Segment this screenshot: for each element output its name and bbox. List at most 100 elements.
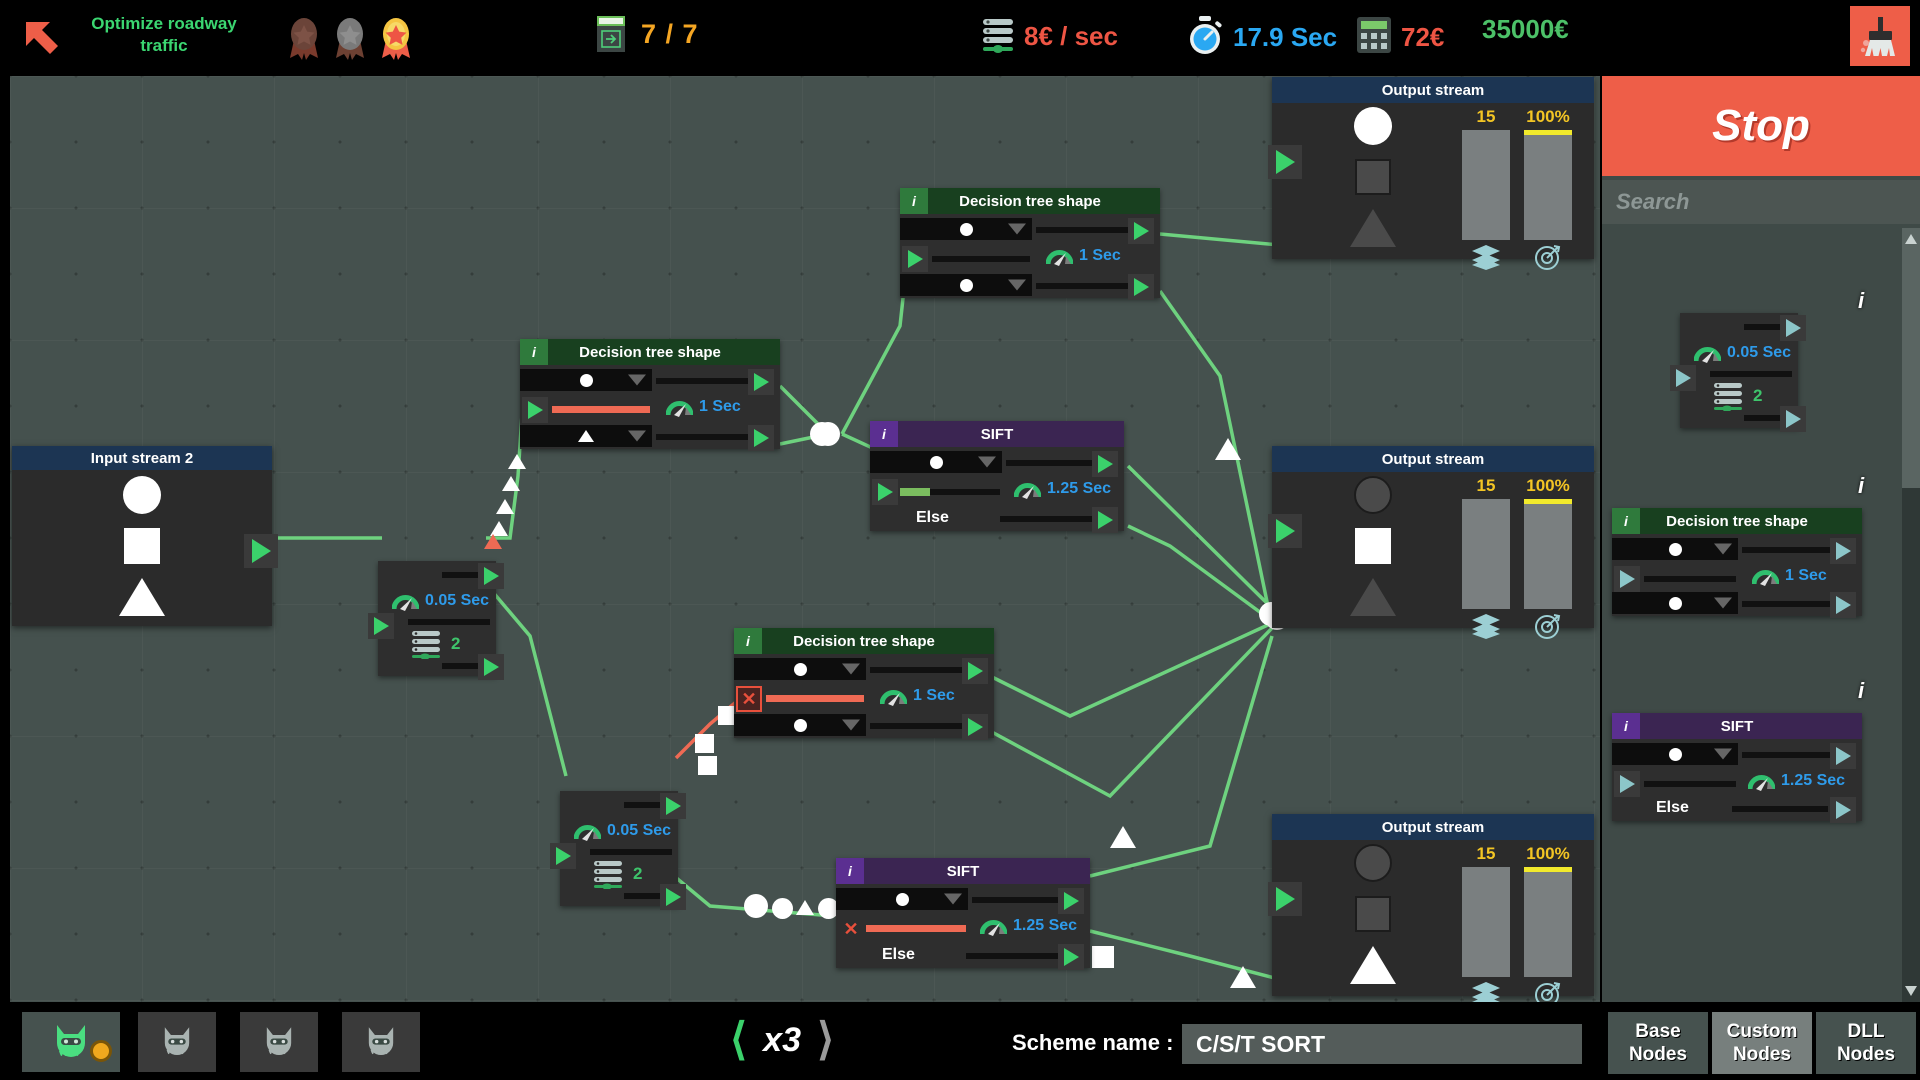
input-port[interactable] (368, 613, 394, 639)
output-stream-node-2[interactable]: Output stream 15 100% (1268, 446, 1594, 639)
delay-row[interactable]: 1 Sec (666, 397, 741, 417)
output-port-1[interactable] (1058, 888, 1084, 914)
node-graph-canvas[interactable]: Input stream 2 0.05 Sec 2 0.05 Sec 2 i D… (10, 76, 1600, 1002)
input-port[interactable] (1614, 566, 1640, 592)
broom-icon[interactable] (1850, 6, 1910, 66)
delay-row[interactable]: 1.25 Sec (1014, 479, 1111, 499)
input-port[interactable] (550, 843, 576, 869)
output-port-1[interactable] (962, 658, 988, 684)
info-icon[interactable]: i (1858, 473, 1864, 499)
output-port-else[interactable] (1092, 507, 1118, 533)
decision-tree-node-mid[interactable]: i Decision tree shape 1 Sec (520, 339, 780, 451)
output-stream-node-1[interactable]: Output stream 15 100% (1268, 77, 1594, 270)
tab-custom-nodes[interactable]: Custom Nodes (1712, 1012, 1812, 1074)
shape-dropdown-1[interactable] (1612, 538, 1738, 560)
input-port[interactable] (872, 479, 898, 505)
output-port-1[interactable] (478, 563, 504, 589)
shape-dropdown-1[interactable] (870, 451, 1002, 473)
outputs-row[interactable]: 2 (1712, 381, 1762, 411)
shape-dropdown-2[interactable] (520, 425, 652, 447)
info-icon[interactable]: i (1858, 288, 1864, 314)
info-badge[interactable]: i (520, 339, 548, 365)
sift-node-low[interactable]: i SIFT ✕ 1.25 Sec Else (836, 858, 1090, 970)
info-badge[interactable]: i (870, 421, 898, 447)
input-port-error[interactable]: ✕ (838, 916, 864, 942)
input-port-error[interactable]: ✕ (736, 686, 762, 712)
node-palette[interactable]: i 0.05 Sec 2 i i Decision tree shape 1 S… (1602, 228, 1902, 1002)
delay-row[interactable]: 1 Sec (1046, 246, 1121, 266)
shape-dropdown-1[interactable] (900, 218, 1032, 240)
delay-row[interactable]: 0.05 Sec (392, 591, 489, 611)
output-stream-node-3[interactable]: Output stream 15 100% (1268, 814, 1594, 1002)
output-port-2[interactable] (748, 425, 774, 451)
shape-dropdown-1[interactable] (836, 888, 968, 910)
info-badge[interactable]: i (734, 628, 762, 654)
input-stream-node[interactable]: Input stream 2 (12, 446, 278, 626)
outputs-row[interactable]: 2 (410, 629, 460, 659)
shape-dropdown-2[interactable] (1612, 592, 1738, 614)
delay-row[interactable]: 0.05 Sec (1694, 343, 1791, 363)
triangle-up-icon[interactable] (1902, 228, 1920, 250)
output-port-else[interactable] (1830, 797, 1856, 823)
delay-row[interactable]: 1.25 Sec (980, 916, 1077, 936)
scheme-tab-1[interactable] (22, 1012, 120, 1072)
output-port-2[interactable] (1780, 406, 1806, 432)
output-port-2[interactable] (1830, 592, 1856, 618)
output-port-1[interactable] (660, 793, 686, 819)
output-port-1[interactable] (1830, 743, 1856, 769)
stop-button[interactable]: Stop (1602, 76, 1920, 176)
input-port[interactable] (902, 246, 928, 272)
scheme-tab-4[interactable] (342, 1012, 420, 1072)
scheme-tab-2[interactable] (138, 1012, 216, 1072)
shape-dropdown-2[interactable] (734, 714, 866, 736)
scheme-tab-3[interactable] (240, 1012, 318, 1072)
info-badge[interactable]: i (836, 858, 864, 884)
shape-dropdown-2[interactable] (900, 274, 1032, 296)
output-port-1[interactable] (1128, 218, 1154, 244)
sift-node-top[interactable]: i SIFT 1.25 Sec Else (870, 421, 1124, 533)
shape-dropdown-1[interactable] (734, 658, 866, 680)
search-input[interactable]: Search (1602, 180, 1920, 224)
output-port-1[interactable] (748, 369, 774, 395)
palette-item-decision-tree[interactable]: i Decision tree shape 1 Sec (1612, 508, 1862, 618)
input-port[interactable] (522, 397, 548, 423)
info-badge[interactable]: i (1612, 713, 1640, 739)
scheme-name-input[interactable]: C/S/T SORT (1182, 1024, 1582, 1064)
splitter-node-upper[interactable]: 0.05 Sec 2 (368, 561, 504, 680)
output-port-2[interactable] (660, 884, 686, 910)
palette-item-splitter[interactable]: 0.05 Sec 2 (1670, 313, 1806, 432)
chevron-left-icon[interactable]: ⟨ (730, 1018, 747, 1062)
output-port-1[interactable] (1092, 451, 1118, 477)
info-icon[interactable]: i (1858, 678, 1864, 704)
palette-item-sift[interactable]: i SIFT 1.25 Sec Else (1612, 713, 1862, 823)
decision-tree-node-low[interactable]: i Decision tree shape ✕ 1 Sec (734, 628, 994, 740)
meters: 15 100% (1462, 844, 1582, 1002)
palette-scrollbar-thumb[interactable] (1902, 228, 1920, 488)
shape-dropdown-1[interactable] (520, 369, 652, 391)
delay-row[interactable]: 1 Sec (880, 686, 955, 706)
output-port-2[interactable] (1128, 274, 1154, 300)
outputs-row[interactable]: 2 (592, 859, 642, 889)
shape-dropdown-1[interactable] (1612, 743, 1738, 765)
output-port[interactable] (244, 534, 278, 568)
chevron-right-icon[interactable]: ⟩ (817, 1018, 834, 1062)
output-port-2[interactable] (962, 714, 988, 740)
triangle-down-icon[interactable] (1902, 980, 1920, 1002)
delay-row[interactable]: 0.05 Sec (574, 821, 671, 841)
output-port-else[interactable] (1058, 944, 1084, 970)
delay-row[interactable]: 1.25 Sec (1748, 771, 1845, 791)
tab-dll-nodes[interactable]: DLL Nodes (1816, 1012, 1916, 1074)
output-port-1[interactable] (1830, 538, 1856, 564)
back-arrow-icon[interactable] (20, 16, 64, 60)
input-port[interactable] (1614, 771, 1640, 797)
delay-row[interactable]: 1 Sec (1752, 566, 1827, 586)
token-square (695, 734, 714, 753)
decision-tree-node-top[interactable]: i Decision tree shape 1 Sec (900, 188, 1160, 300)
output-port-2[interactable] (478, 654, 504, 680)
info-badge[interactable]: i (900, 188, 928, 214)
splitter-node-lower[interactable]: 0.05 Sec 2 (550, 791, 686, 910)
info-badge[interactable]: i (1612, 508, 1640, 534)
output-port-1[interactable] (1780, 315, 1806, 341)
tab-base-nodes[interactable]: Base Nodes (1608, 1012, 1708, 1074)
input-port[interactable] (1670, 365, 1696, 391)
